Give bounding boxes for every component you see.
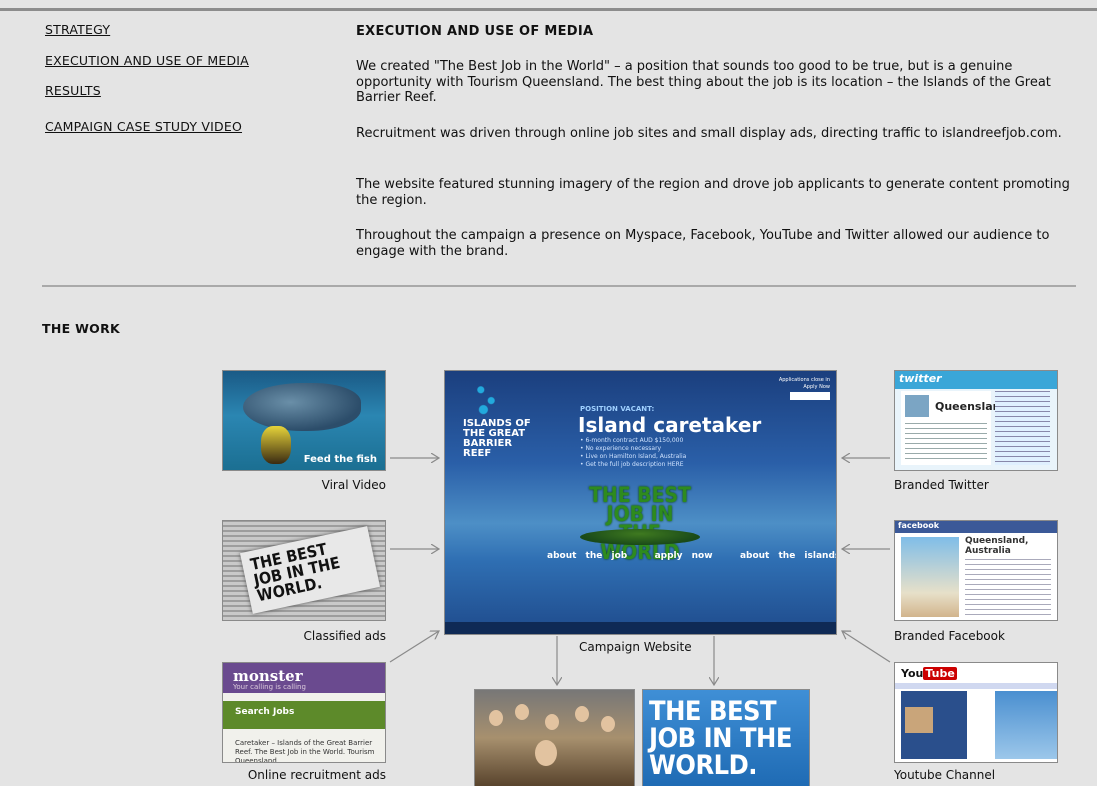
sidebar-link-execution[interactable]: EXECUTION AND USE OF MEDIA: [45, 53, 249, 68]
classified-thumb-text: THE BEST JOB IN THE WORLD.: [248, 539, 342, 606]
best-job-ad-text: THE BEST JOB IN THE WORLD.: [649, 696, 792, 781]
face-1: [489, 710, 503, 726]
bubbles-logo-icon: [473, 379, 499, 415]
facebook-page-title: Queensland, Australia: [965, 536, 1029, 556]
site-position-label: POSITION VACANT:: [580, 405, 655, 413]
twitter-feed-lines: [905, 423, 987, 461]
monster-listing: Caretaker – Islands of the Great Barrier…: [235, 739, 375, 763]
island-image: [580, 529, 700, 545]
branded-facebook-thumbnail[interactable]: facebook Queensland, Australia: [894, 520, 1058, 621]
fish-image: [243, 383, 361, 431]
paragraph-1: We created "The Best Job in the World" –…: [356, 59, 1051, 105]
campaign-website-thumbnail[interactable]: ISLANDS OF THE GREAT BARRIER REEF Applic…: [444, 370, 837, 635]
youtube-video-image: [905, 707, 933, 733]
section-title: EXECUTION AND USE OF MEDIA: [356, 24, 594, 39]
top-rule: [0, 8, 1097, 11]
youtube-logo-tube: Tube: [923, 667, 957, 680]
face-5: [601, 716, 615, 732]
site-applications-counter: Applications close in Apply Now: [779, 377, 830, 403]
newspaper-image: THE BEST JOB IN THE WORLD.: [239, 526, 381, 614]
youtube-nav-bar: [895, 683, 1057, 689]
site-heading: Island caretaker: [578, 413, 762, 437]
best-job-ad-thumbnail[interactable]: THE BEST JOB IN THE WORLD.: [642, 689, 810, 786]
diver-image: [261, 426, 291, 464]
face-4: [575, 706, 589, 722]
paragraph-4: Throughout the campaign a presence on My…: [356, 228, 1050, 259]
face-2: [515, 704, 529, 720]
sidebar-link-strategy[interactable]: STRATEGY: [45, 22, 110, 37]
youtube-logo-you: You: [901, 667, 924, 680]
viral-thumb-text: Feed the fish: [303, 454, 377, 465]
arrow-youtube: [842, 631, 891, 663]
caption-classified-ads: Classified ads: [303, 629, 387, 643]
work-title: THE WORK: [42, 321, 121, 336]
crowd-photo-thumbnail[interactable]: [474, 689, 635, 786]
viral-video-thumbnail[interactable]: Feed the fish: [222, 370, 386, 471]
countdown-clock: [790, 392, 830, 400]
site-logo-text: ISLANDS OF THE GREAT BARRIER REEF: [463, 418, 531, 459]
paragraph-3: The website featured stunning imagery of…: [356, 177, 1070, 208]
twitter-logo: twitter: [899, 372, 942, 385]
online-recruitment-thumbnail[interactable]: monster Your calling is calling Search J…: [222, 662, 386, 763]
caption-branded-twitter: Branded Twitter: [894, 478, 989, 492]
caption-youtube-channel: Youtube Channel: [894, 768, 996, 782]
caption-online-recruitment-ads: Online recruitment ads: [247, 768, 386, 782]
site-nav: about the job apply now about the island…: [547, 551, 837, 561]
facebook-profile-picture: [901, 537, 959, 617]
twitter-profile-card: Queensland: [901, 391, 1008, 465]
youtube-channel-thumbnail[interactable]: You Tube: [894, 662, 1058, 763]
twitter-sidebar: [995, 391, 1050, 465]
branded-twitter-thumbnail[interactable]: twitter Queensland: [894, 370, 1058, 471]
twitter-avatar: [905, 395, 929, 417]
sidebar-link-case-study-video[interactable]: CAMPAIGN CASE STUDY VIDEO: [45, 119, 242, 134]
paragraph-2: Recruitment was driven through online jo…: [356, 126, 1062, 141]
facebook-wall-lines: [965, 559, 1051, 617]
facebook-logo: facebook: [898, 521, 940, 530]
monster-tagline: Your calling is calling: [233, 683, 306, 691]
face-6: [535, 740, 557, 766]
sidebar-link-results[interactable]: RESULTS: [45, 83, 101, 98]
arrow-online: [389, 631, 439, 663]
site-apps-text: Applications close in Apply Now: [778, 377, 830, 390]
caption-viral-video: Viral Video: [321, 478, 386, 492]
caption-branded-facebook: Branded Facebook: [894, 629, 1005, 643]
classified-ads-thumbnail[interactable]: THE BEST JOB IN THE WORLD.: [222, 520, 386, 621]
site-footer-bar: [445, 622, 836, 634]
youtube-background-image: [995, 691, 1057, 759]
youtube-logo: You Tube: [901, 667, 957, 680]
face-3: [545, 714, 559, 730]
section-divider: [42, 285, 1076, 287]
monster-search-label: Search Jobs: [235, 707, 295, 717]
caption-campaign-website: Campaign Website: [579, 640, 692, 654]
site-bullets: • 6-month contract AUD $150,000 • No exp…: [580, 437, 687, 468]
